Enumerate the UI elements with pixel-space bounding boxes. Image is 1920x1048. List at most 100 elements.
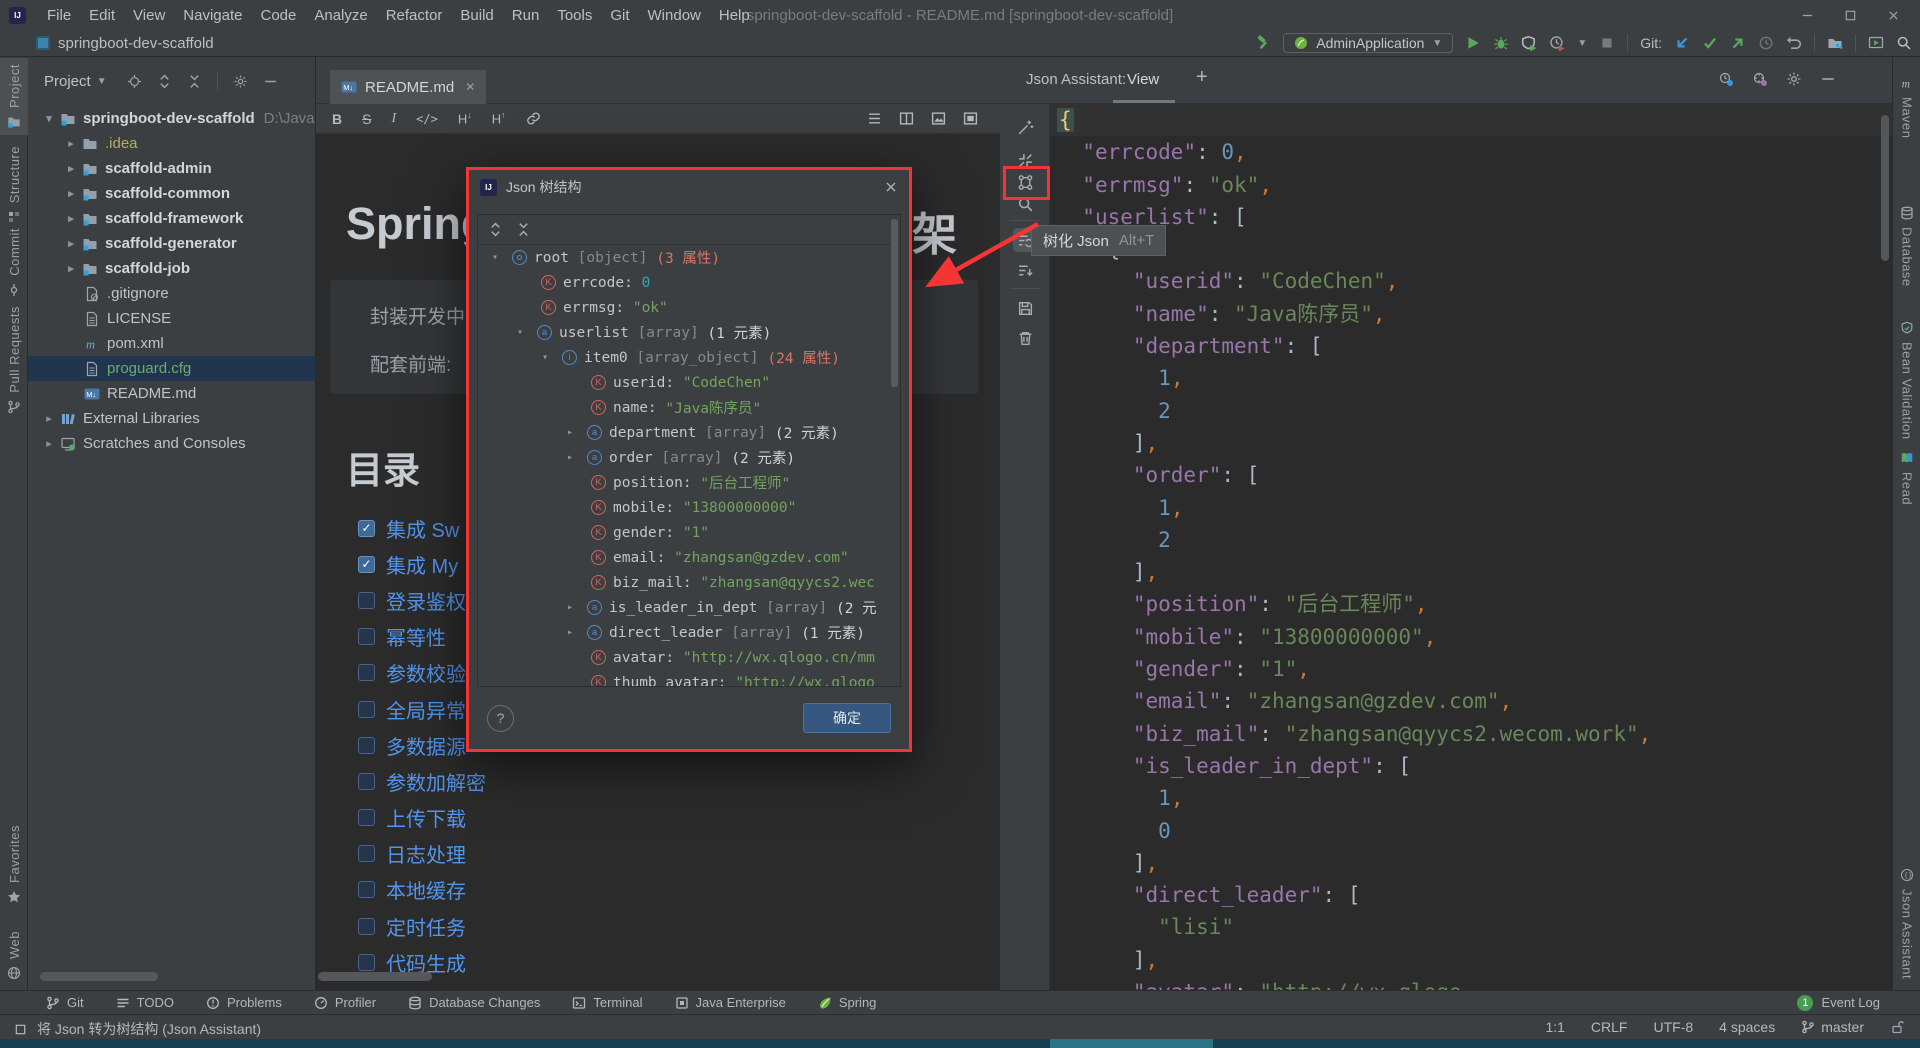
expand-all-icon[interactable] [157,74,172,89]
checklist-item[interactable]: 参数加解密 [358,763,486,799]
project-tree-item-pom-xml[interactable]: m pom.xml [28,331,315,356]
menu-item-git[interactable]: Git [601,4,638,27]
git-push-icon[interactable] [1730,35,1746,51]
close-tab-icon[interactable]: ✕ [465,80,475,94]
tool-window-button-terminal[interactable]: Terminal [572,995,643,1010]
ok-button[interactable]: 确定 [803,703,891,733]
checklist-link[interactable]: 本地缓存 [386,875,466,904]
json-tree-node-avatar[interactable]: Kavatar: "http://wx.qlogo.cn/mm [478,645,900,670]
build-icon[interactable] [1255,35,1271,51]
menu-item-help[interactable]: Help [710,4,759,27]
checklist-item[interactable]: 定时任务 [358,908,486,944]
project-tree-item-readme-md[interactable]: M↓ README.md [28,381,315,406]
project-tree-item-proguard-cfg[interactable]: proguard.cfg [28,356,315,381]
json-code-line[interactable]: "order": [ [1050,459,1892,491]
dialog-close-icon[interactable] [884,180,898,194]
editor-view-icon[interactable] [867,111,882,126]
italic-icon[interactable]: I [391,111,396,127]
tool-window-button-database[interactable]: Database [1893,200,1920,293]
project-hscrollbar[interactable] [40,972,158,981]
checklist-item[interactable]: 上传下载 [358,800,486,836]
chevron-icon[interactable]: ▾ [517,327,537,338]
tool-window-button-git[interactable]: Git [46,995,84,1010]
json-tree-node-department[interactable]: ▸ a department [array] (2 元素) [478,420,900,445]
tool-window-button-database-changes[interactable]: Database Changes [408,995,540,1010]
hide-panel-icon[interactable] [1820,71,1836,87]
project-tree-item-scaffold-framework[interactable]: ▸ scaffold-framework [28,206,315,231]
checklist-link[interactable]: 集成 My [386,550,458,579]
json-code-line[interactable]: 1, [1050,362,1892,394]
locate-file-icon[interactable] [127,74,142,89]
header-up-icon[interactable]: H↑ [492,110,506,126]
checklist-link[interactable]: 参数校验 [386,658,466,687]
tool-window-button-json-assistant[interactable]: {} Json Assistant [1893,862,1920,985]
checklist-link[interactable]: 上传下载 [386,803,466,832]
project-panel-title[interactable]: Project [44,73,91,90]
json-tree-node-email[interactable]: Kemail: "zhangsan@gzdev.com" [478,545,900,570]
chevron-icon[interactable]: ▸ [60,162,82,175]
tool-window-button-maven[interactable]: m Maven [1893,70,1920,145]
project-tree-item--gitignore[interactable]: .gitignore [28,281,315,306]
chevron-icon[interactable]: ▾ [492,252,512,263]
delete-button[interactable] [1013,326,1037,350]
menu-item-file[interactable]: File [38,4,80,27]
chevron-icon[interactable]: ▸ [567,427,587,438]
checklist-item[interactable]: 日志处理 [358,836,486,872]
close-icon[interactable] [1887,9,1900,22]
menu-item-tools[interactable]: Tools [548,4,601,27]
tool-window-button-favorites[interactable]: Favorites [0,819,28,910]
tool-window-button-todo[interactable]: TODO [116,995,174,1010]
json-tree-node-is_leader_in_dept[interactable]: ▸ a is_leader_in_dept [array] (2 元 [478,595,900,620]
project-tree-item-scaffold-admin[interactable]: ▸ scaffold-admin [28,156,315,181]
json-code-line[interactable]: "is_leader_in_dept": [ [1050,750,1892,782]
menu-item-code[interactable]: Code [251,4,305,27]
json-code-line[interactable]: "errcode": 0, [1050,136,1892,168]
minimize-icon[interactable] [1801,9,1814,22]
project-tree-item-external-libraries[interactable]: ▸ External Libraries [28,406,315,431]
tab-view[interactable]: View [1127,71,1159,88]
json-code-line[interactable]: 0 [1050,815,1892,847]
menu-item-run[interactable]: Run [503,4,549,27]
tool-window-button-spring[interactable]: Spring [818,995,876,1010]
tool-window-button-profiler[interactable]: Profiler [314,995,376,1010]
project-tree-item--idea[interactable]: ▸ .idea [28,131,315,156]
project-tree-item-scaffold-common[interactable]: ▸ scaffold-common [28,181,315,206]
bold-icon[interactable]: B [332,111,342,127]
json-code-line[interactable]: "mobile": "13800000000", [1050,621,1892,653]
menu-item-analyze[interactable]: Analyze [305,4,376,27]
project-structure-icon[interactable] [1827,35,1843,51]
gear-icon[interactable] [233,74,248,89]
dialog-vscrollbar[interactable] [891,219,898,387]
link-icon[interactable] [526,111,541,126]
chevron-down-icon[interactable]: ▼ [1577,38,1587,49]
json-code-line[interactable]: "avatar": "http://wx.qlogo [1050,976,1892,990]
tool-window-button-bean-validation[interactable]: Bean Validation [1893,315,1920,446]
json-tree-node-direct_leader[interactable]: ▸ a direct_leader [array] (1 元素) [478,620,900,645]
json-code-line[interactable]: ], [1050,427,1892,459]
profiler-icon[interactable] [1549,35,1565,51]
strikethrough-icon[interactable]: S [362,111,371,127]
checklist-link[interactable]: 日志处理 [386,839,466,868]
json-code-line[interactable]: "gender": "1", [1050,653,1892,685]
checklist-link[interactable]: 全局异常 [386,695,466,724]
json-tree-node-biz_mail[interactable]: Kbiz_mail: "zhangsan@qyycs2.wec [478,570,900,595]
json-code-line[interactable]: "department": [ [1050,330,1892,362]
json-tree-node-thumb_avatar[interactable]: Kthumb_avatar: "http://wx.qlogo [478,670,900,686]
json-tree-node-errcode[interactable]: Kerrcode: 0 [478,270,900,295]
format-json-button[interactable] [1013,115,1037,139]
menu-item-view[interactable]: View [124,4,174,27]
json-code-line[interactable]: ], [1050,847,1892,879]
chevron-down-icon[interactable]: ▼ [97,76,107,87]
settings-sync-icon[interactable] [1752,71,1768,87]
json-tree-node-name[interactable]: Kname: "Java陈序员" [478,395,900,420]
status-item-utf-8[interactable]: UTF-8 [1653,1019,1693,1035]
split-view-icon[interactable] [899,111,914,126]
chevron-icon[interactable]: ▾ [542,352,562,363]
code-icon[interactable]: </> [416,112,438,126]
json-code-line[interactable]: 2 [1050,395,1892,427]
status-item-crlf[interactable]: CRLF [1591,1019,1628,1035]
run-icon[interactable] [1465,35,1481,51]
project-tree-item-scaffold-generator[interactable]: ▸ scaffold-generator [28,231,315,256]
tab-readme[interactable]: M↓ README.md ✕ [330,70,487,104]
tool-window-button-read[interactable]: Read [1893,445,1920,511]
